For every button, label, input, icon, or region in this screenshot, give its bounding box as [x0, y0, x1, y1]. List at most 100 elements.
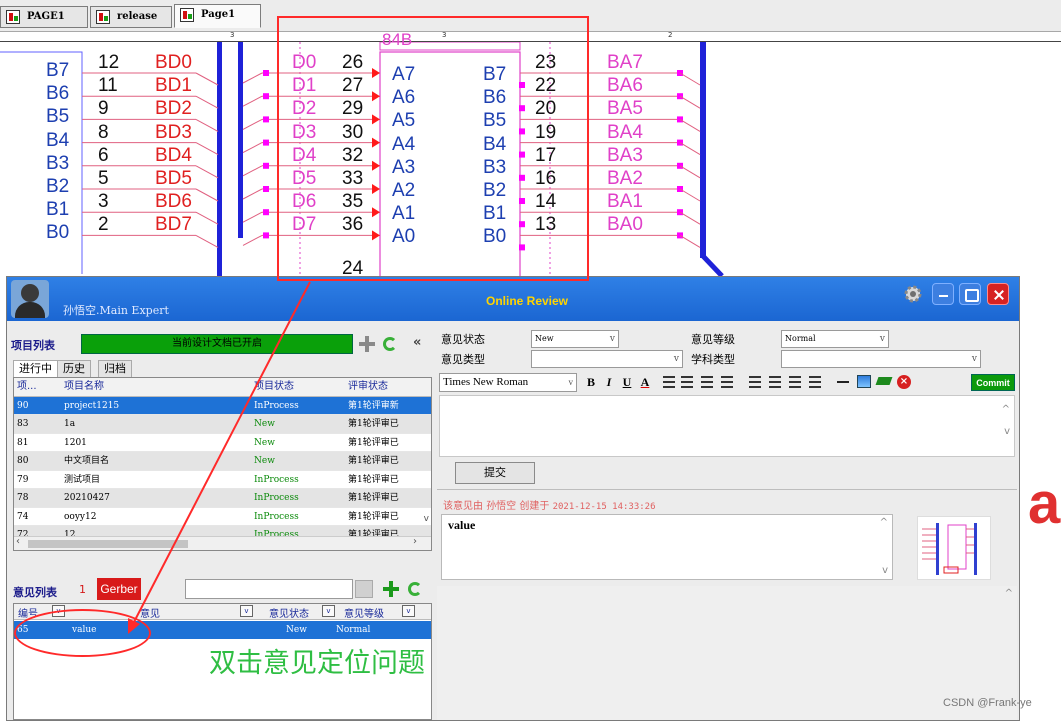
filter-icon[interactable]: v	[402, 605, 415, 617]
column-header[interactable]: 项目名称	[64, 378, 250, 396]
project-tabs: 进行中 历史 归档	[13, 360, 132, 377]
horizontal-scrollbar[interactable]: ‹ ›	[14, 536, 431, 550]
collapse-icon[interactable]: «	[413, 335, 421, 350]
schematic-icon	[180, 8, 194, 22]
minimize-button[interactable]	[932, 283, 954, 305]
project-id: 80	[17, 456, 29, 466]
refresh-icon[interactable]	[408, 582, 422, 596]
add-opinion-icon[interactable]	[383, 581, 399, 597]
chevron-down-icon: v	[609, 334, 615, 344]
meta-prefix: 该意见由	[443, 501, 483, 512]
font-select[interactable]: Times New Roman v	[439, 373, 577, 392]
divider	[437, 489, 1017, 490]
net-label: BA3	[607, 144, 643, 166]
align-left-icon[interactable]	[749, 376, 761, 388]
tab-in-progress[interactable]: 进行中	[13, 360, 58, 377]
filter-icon[interactable]: v	[322, 605, 335, 617]
link-icon[interactable]	[875, 377, 893, 385]
scroll-up-icon[interactable]: ^	[1005, 588, 1013, 599]
comment-editor[interactable]: ^ v	[439, 395, 1015, 457]
net-label: BA5	[607, 98, 643, 120]
scroll-down-icon[interactable]: v	[882, 565, 888, 576]
scroll-down-icon[interactable]: v	[1004, 426, 1010, 437]
font-color-icon[interactable]: A	[637, 374, 653, 390]
right-panel: 意见状态 New v 意见等级 Normal v 意见类型 v 学科类型 v T…	[437, 324, 1017, 720]
scrollbar-thumb[interactable]	[28, 540, 188, 548]
status-select[interactable]: New v	[531, 330, 619, 348]
bus-entry	[195, 211, 219, 225]
italic-icon[interactable]: I	[601, 374, 617, 390]
column-header[interactable]: 项目状态	[254, 378, 344, 396]
table-row[interactable]: 81 1201 New 第1轮评审已	[14, 434, 431, 452]
title-bar[interactable]: 孙悟空.Main Expert Online Review	[7, 277, 1019, 321]
user-avatar	[11, 280, 49, 318]
horizontal-rule-icon[interactable]	[837, 381, 849, 383]
project-list-header: 项目列表 当前设计文档已开启 «	[11, 327, 434, 355]
bus-entry	[242, 72, 263, 84]
gerber-badge[interactable]: Gerber	[97, 578, 141, 600]
font-value: Times New Roman	[443, 376, 529, 388]
indent-icon[interactable]	[721, 376, 733, 388]
close-button[interactable]	[987, 283, 1009, 305]
column-header[interactable]: 项...	[17, 378, 61, 396]
align-center-icon[interactable]	[769, 376, 781, 388]
scroll-up-icon[interactable]: ^	[1002, 404, 1010, 415]
bus-entry	[679, 211, 701, 225]
screenshot-thumbnail[interactable]	[917, 516, 991, 580]
table-row[interactable]: 80 中文项目名 New 第1轮评审已	[14, 452, 431, 471]
table-row[interactable]: 83 1a New 第1轮评审已	[14, 415, 431, 434]
tab-history[interactable]: 历史	[57, 360, 91, 377]
column-header[interactable]: 意见	[140, 605, 160, 620]
review-status: 第1轮评审已	[348, 419, 399, 429]
table-row[interactable]: 78 20210427 InProcess 第1轮评审已	[14, 489, 431, 508]
editor-toolbar: Times New Roman v B I U A × Commit	[439, 371, 1015, 393]
tab-label: PAGE1	[27, 11, 65, 22]
bus-entry	[679, 165, 701, 179]
project-name: 20210427	[64, 493, 110, 503]
commit-button[interactable]: Commit	[971, 374, 1015, 391]
type-select[interactable]: v	[531, 350, 683, 368]
scroll-left-icon[interactable]: ‹	[16, 536, 20, 547]
tab-page1-upper[interactable]: PAGE1	[0, 6, 88, 28]
bus-entry	[195, 142, 219, 156]
subject-select[interactable]: v	[781, 350, 981, 368]
tab-release[interactable]: release	[90, 6, 172, 28]
level-select[interactable]: Normal v	[781, 330, 889, 348]
align-right-icon[interactable]	[789, 376, 801, 388]
numbered-list-icon[interactable]	[663, 376, 675, 388]
scroll-down-icon[interactable]: v	[424, 514, 429, 524]
settings-button[interactable]	[902, 283, 924, 305]
table-row[interactable]: 79 测试项目 InProcess 第1轮评审已	[14, 471, 431, 489]
net-label: BA6	[607, 75, 643, 97]
project-name: project1215	[64, 400, 120, 411]
align-justify-icon[interactable]	[809, 376, 821, 388]
review-status: 第1轮评审已	[348, 474, 399, 485]
underline-icon[interactable]: U	[619, 374, 635, 390]
project-status: InProcess	[254, 493, 299, 503]
type-label: 意见类型	[441, 353, 485, 366]
opinion-search-input[interactable]	[185, 579, 353, 599]
bullet-list-icon[interactable]	[681, 376, 693, 388]
pin-label: B1	[46, 199, 70, 221]
tab-archive[interactable]: 归档	[98, 360, 132, 377]
submit-button[interactable]: 提交	[455, 462, 535, 484]
doc-status-banner: 当前设计文档已开启	[81, 334, 353, 354]
scroll-up-icon[interactable]: ^	[880, 517, 888, 528]
bold-icon[interactable]: B	[583, 374, 599, 390]
table-row[interactable]: 74 ooyy12 InProcess 第1轮评审已	[14, 508, 431, 526]
comment-content-box[interactable]: value ^ v	[441, 514, 893, 580]
column-header[interactable]: 意见状态	[269, 605, 309, 620]
tab-page1-active[interactable]: Page1	[174, 4, 261, 28]
maximize-button[interactable]	[959, 283, 981, 305]
scroll-right-icon[interactable]: ›	[413, 536, 417, 547]
clear-format-icon[interactable]: ×	[897, 375, 911, 389]
filter-icon[interactable]: v	[240, 605, 253, 617]
search-icon[interactable]	[355, 580, 373, 598]
refresh-icon[interactable]	[383, 337, 397, 351]
column-header[interactable]: 意见等级	[344, 605, 384, 620]
add-project-icon[interactable]	[359, 336, 375, 352]
outdent-icon[interactable]	[701, 376, 713, 388]
column-header[interactable]: 评审状态	[348, 378, 418, 396]
image-icon[interactable]	[857, 375, 871, 388]
table-row[interactable]: 90 project1215 InProcess 第1轮评审新	[14, 396, 431, 415]
